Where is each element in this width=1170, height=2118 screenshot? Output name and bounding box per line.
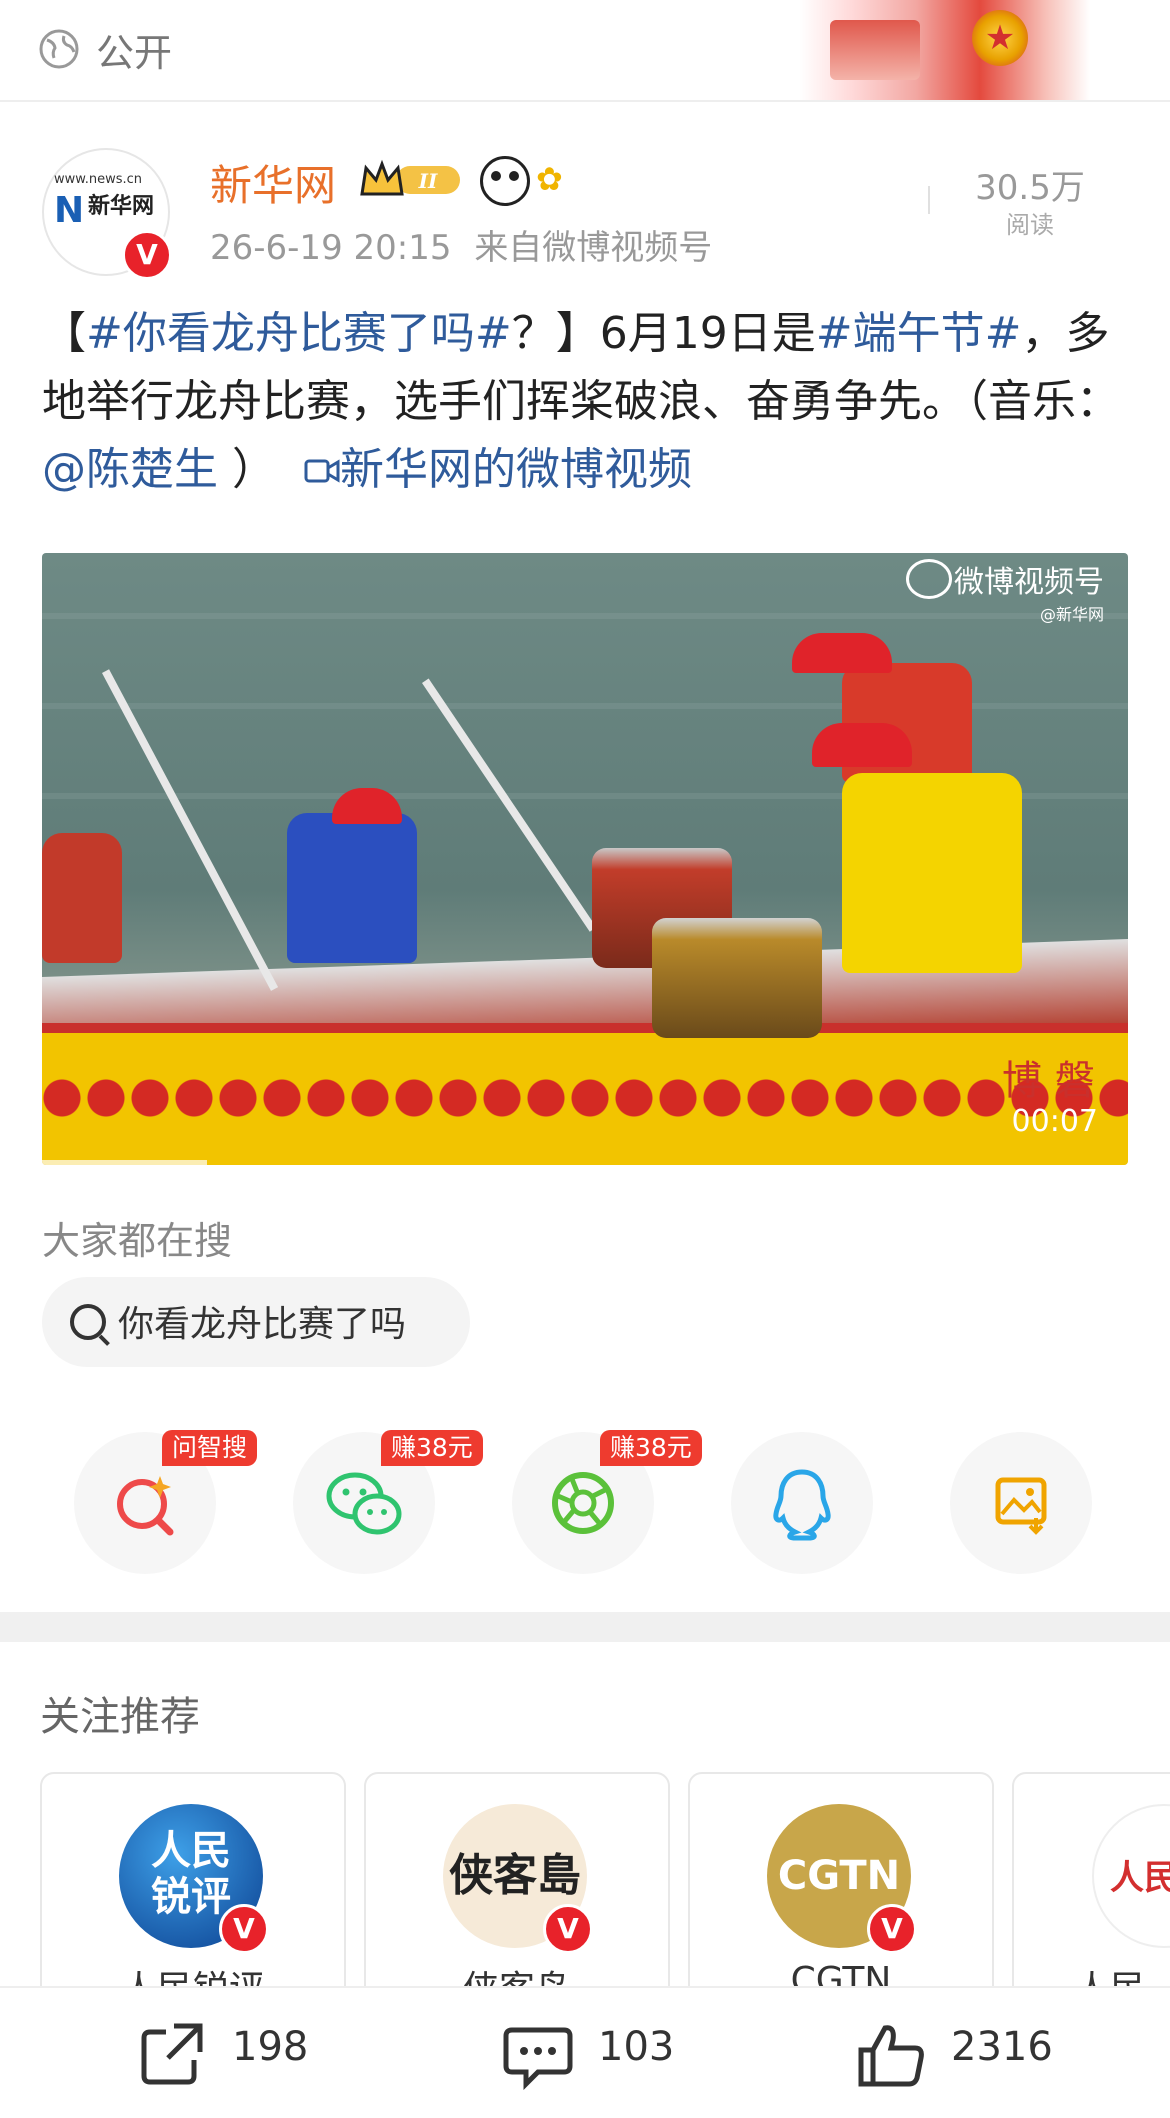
oar xyxy=(102,669,279,991)
avatar-url-top: www.news.cn xyxy=(54,172,142,187)
post-source[interactable]: 来自微博视频号 xyxy=(474,228,712,268)
bottom-action-bar: 198 103 2316 xyxy=(0,1986,1170,2118)
ai-search-badge: 问智搜 xyxy=(162,1430,258,1466)
video-link[interactable]: 新华网的微博视频 xyxy=(304,444,692,495)
video-duration: 00:07 xyxy=(1011,1104,1098,1139)
mention-link[interactable]: @陈楚生 xyxy=(42,444,218,495)
watermark-sub: @新华网 xyxy=(1039,605,1104,624)
level-text: II xyxy=(418,169,438,193)
trending-search-chip[interactable]: 你看龙舟比赛了吗 xyxy=(42,1277,470,1367)
boat-text: 博 磐 xyxy=(1002,1058,1095,1104)
verified-badge-icon: V xyxy=(867,1904,917,1954)
section-separator xyxy=(0,1612,1170,1642)
comment-icon xyxy=(503,2027,573,2090)
paddler xyxy=(287,813,417,963)
avatar-news-logo: N xyxy=(54,190,85,231)
like-button[interactable]: 2316 xyxy=(855,1988,1095,2118)
drummer xyxy=(842,773,1022,973)
reads-count: 30.5万 xyxy=(975,168,1085,208)
drummer-cap xyxy=(812,723,912,767)
video-link-label: 新华网的微博视频 xyxy=(339,444,692,495)
weibo-logo-icon xyxy=(906,559,952,599)
recommend-avatar: 人民 xyxy=(1092,1804,1170,1948)
search-icon xyxy=(70,1304,106,1340)
level-crown-icon[interactable]: II xyxy=(358,158,468,202)
reads-label: 阅读 xyxy=(1006,211,1054,239)
qq-share-button[interactable] xyxy=(731,1432,873,1574)
save-image-button[interactable] xyxy=(950,1432,1092,1574)
drummer-cap xyxy=(792,633,892,673)
trending-title: 大家都在搜 xyxy=(42,1219,233,1263)
divider xyxy=(928,186,930,214)
watermark-main: 微博视频号 xyxy=(954,565,1104,600)
wechat-reward-badge: 赚38元 xyxy=(381,1430,483,1466)
comment-count: 103 xyxy=(598,2024,675,2070)
visibility-label[interactable]: 公开 xyxy=(96,22,172,77)
like-count: 2316 xyxy=(951,2024,1053,2070)
verified-badge-icon: V xyxy=(543,1904,593,1954)
festival-banner[interactable]: ★ xyxy=(800,0,1090,100)
sunflower-badge-icon[interactable]: ✿ xyxy=(536,160,563,198)
reads-counter: 30.5万 阅读 xyxy=(960,160,1100,240)
recommend-avatar: CGTN V xyxy=(767,1804,917,1954)
trending-query: 你看龙舟比赛了吗 xyxy=(118,1304,407,1345)
comment-button[interactable]: 103 xyxy=(502,1988,702,2118)
qq-icon xyxy=(773,1469,831,1541)
globe-icon xyxy=(39,29,79,69)
oar xyxy=(422,678,597,932)
verified-badge-icon: V xyxy=(122,230,172,280)
author-name[interactable]: 新华网 xyxy=(210,152,336,213)
repost-count: 198 xyxy=(232,2024,309,2070)
recommend-avatar: 人民 锐评 V xyxy=(119,1804,269,1954)
video-progress[interactable] xyxy=(42,1160,207,1165)
video-link-icon xyxy=(304,459,340,483)
avatar-label: 人民 xyxy=(1092,1804,1170,1948)
festival-hashtag[interactable]: #端午节# xyxy=(816,308,1022,359)
post-timestamp: 26-6-19 20:15 xyxy=(210,228,452,268)
banner-building xyxy=(830,20,920,80)
repost-button[interactable]: 198 xyxy=(136,1988,336,2118)
top-bar: 公开 ★ xyxy=(0,0,1170,102)
boat-scale-pattern xyxy=(42,1058,1128,1138)
bracket-open: 【 xyxy=(42,308,86,359)
repost-icon xyxy=(141,2023,203,2085)
verified-badge-icon: V xyxy=(219,1904,269,1954)
panda-badge-icon[interactable] xyxy=(480,156,530,206)
post-text: 【#你看龙舟比赛了吗#？】6月19日是#端午节#，多地举行龙舟比赛，选手们挥桨破… xyxy=(42,300,1132,504)
banner-emblem: ★ xyxy=(972,10,1028,66)
close-paren: ） xyxy=(232,444,276,495)
video-player[interactable]: 博 磐 微博视频号 @新华网 00:07 xyxy=(42,553,1128,1165)
post-text-part: ？】6月19日是 xyxy=(511,308,816,359)
moments-reward-badge: 赚38元 xyxy=(600,1430,702,1466)
recommend-title: 关注推荐 xyxy=(40,1694,200,1740)
topic-hashtag[interactable]: #你看龙舟比赛了吗# xyxy=(86,308,512,359)
recommend-avatar: 侠客島 V xyxy=(443,1804,593,1954)
avatar-cn-text: 新华网 xyxy=(88,194,155,219)
author-avatar[interactable]: www.news.cn N 新华网 V xyxy=(42,148,172,280)
drum xyxy=(652,918,822,1038)
paddler xyxy=(42,833,122,963)
thumbs-up-icon xyxy=(858,2025,924,2087)
save-image-icon xyxy=(995,1477,1047,1535)
post-meta: 26-6-19 20:15 来自微博视频号 xyxy=(210,220,712,269)
video-watermark: 微博视频号 @新华网 xyxy=(906,557,1104,625)
